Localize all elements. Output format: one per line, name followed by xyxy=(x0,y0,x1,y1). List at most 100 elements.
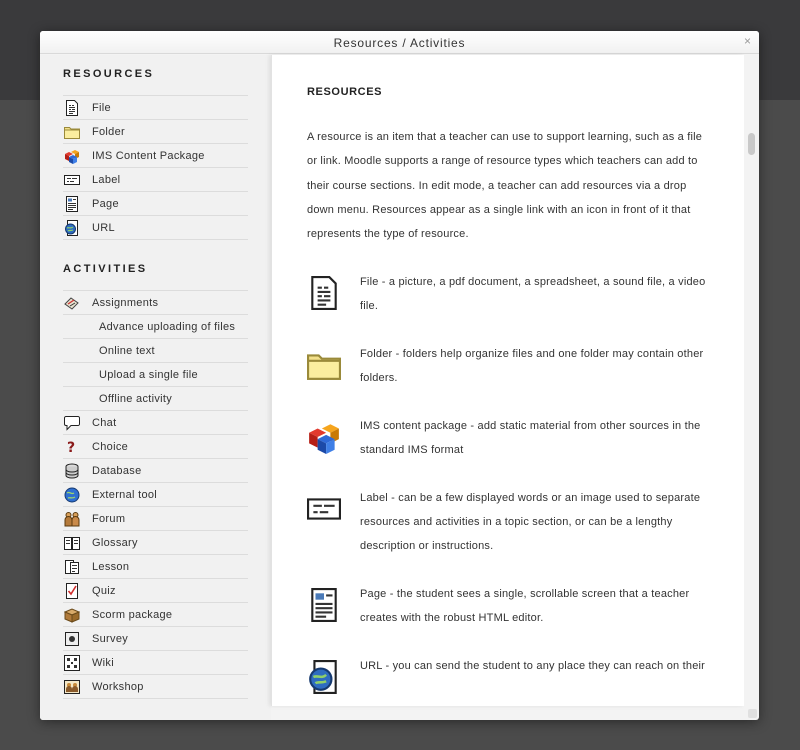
quiz-icon xyxy=(64,582,80,599)
sidebar-item-url[interactable]: URL xyxy=(63,216,248,240)
sidebar-item-assignments[interactable]: Assignments xyxy=(63,291,248,315)
intro-paragraph: A resource is an item that a teacher can… xyxy=(307,131,703,241)
sidebar-item-label: Offline activity xyxy=(99,392,173,405)
sidebar-item-forum[interactable]: Forum xyxy=(63,507,248,531)
folder-icon xyxy=(307,342,360,390)
wiki-icon xyxy=(64,654,80,671)
resource-description: Page - the student sees a single, scroll… xyxy=(307,582,714,630)
resource-description: Folder - folders help organize files and… xyxy=(307,342,714,390)
sidebar-item-label: Scorm package xyxy=(92,608,173,621)
sidebar-item-label: Folder xyxy=(92,125,125,138)
resources-list: File Folder IMS Content Package Label Page UR… xyxy=(63,95,248,240)
external-tool-icon xyxy=(64,487,80,503)
sidebar-item-label: Workshop xyxy=(92,680,144,693)
sidebar-item-scorm-package[interactable]: Scorm package xyxy=(63,603,248,627)
resource-description-text: File - a picture, a pdf document, a spre… xyxy=(360,276,706,313)
forum-icon xyxy=(64,511,80,527)
content-scrollbar[interactable] xyxy=(744,55,759,706)
scrollbar-thumb[interactable] xyxy=(748,133,755,155)
url-icon xyxy=(307,654,360,699)
sidebar-item-database[interactable]: Database xyxy=(63,459,248,483)
lesson-icon xyxy=(64,559,80,575)
sidebar-item-label: Forum xyxy=(92,512,126,525)
help-content: RESOURCES A resource is an item that a t… xyxy=(271,55,744,706)
sidebar-item-label: Wiki xyxy=(92,656,114,669)
sidebar-item-label: URL xyxy=(92,221,115,234)
resource-description: IMS content package - add static materia… xyxy=(307,414,714,462)
file-icon xyxy=(307,270,360,318)
sidebar-item-choice[interactable]: ? Choice xyxy=(63,435,248,459)
resources-heading: RESOURCES xyxy=(63,68,155,80)
assignment-icon xyxy=(64,295,80,311)
resource-description-text: Page - the student sees a single, scroll… xyxy=(360,588,690,625)
url-icon xyxy=(64,219,80,236)
sidebar-item-label: IMS Content Package xyxy=(92,149,205,162)
sidebar-item-lesson[interactable]: Lesson xyxy=(63,555,248,579)
scorm-icon xyxy=(64,607,80,623)
sidebar-item-label: File xyxy=(92,101,111,114)
survey-icon xyxy=(64,631,80,647)
sidebar-item-chat[interactable]: Chat xyxy=(63,411,248,435)
close-button[interactable]: × xyxy=(744,33,751,49)
sidebar-item-upload-a-single-file[interactable]: Upload a single file xyxy=(63,363,248,387)
svg-text:?: ? xyxy=(67,440,75,455)
resource-description-text: IMS content package - add static materia… xyxy=(360,420,701,457)
sidebar-item-page[interactable]: Page xyxy=(63,192,248,216)
sidebar-item-quiz[interactable]: Quiz xyxy=(63,579,248,603)
resize-handle[interactable] xyxy=(748,709,757,718)
content-heading: RESOURCES xyxy=(307,86,383,98)
sidebar-item-glossary[interactable]: Glossary xyxy=(63,531,248,555)
page-icon xyxy=(64,195,80,212)
sidebar-item-label: Lesson xyxy=(92,560,130,573)
chat-icon xyxy=(64,415,80,431)
dialog-title: Resources / Activities xyxy=(333,36,466,50)
file-icon xyxy=(64,99,80,116)
sidebar-item-external-tool[interactable]: External tool xyxy=(63,483,248,507)
label-icon xyxy=(307,486,360,558)
page-icon xyxy=(307,582,360,630)
resource-description: Label - can be a few displayed words or … xyxy=(307,486,714,558)
sidebar-item-advance-uploading-of-files[interactable]: Advance uploading of files xyxy=(63,315,248,339)
sidebar-item-offline-activity[interactable]: Offline activity xyxy=(63,387,248,411)
sidebar-item-label: Survey xyxy=(92,632,129,645)
sidebar-item-label: External tool xyxy=(92,488,158,501)
sidebar-item-label: Choice xyxy=(92,440,129,453)
resource-description-text: Label - can be a few displayed words or … xyxy=(360,492,701,553)
ims-package-icon xyxy=(64,148,80,164)
database-icon xyxy=(64,463,80,479)
sidebar-item-label: Assignments xyxy=(92,296,159,309)
sidebar-item-label: Advance uploading of files xyxy=(99,320,236,333)
ims-package-icon xyxy=(307,414,360,462)
glossary-icon xyxy=(64,535,80,551)
sidebar-item-wiki[interactable]: Wiki xyxy=(63,651,248,675)
resource-description-text: Folder - folders help organize files and… xyxy=(360,348,704,385)
workshop-icon xyxy=(64,679,80,695)
sidebar-item-file[interactable]: File xyxy=(63,96,248,120)
sidebar-item-label: Chat xyxy=(92,416,117,429)
activities-list: Assignments Advance uploading of files Onl… xyxy=(63,290,248,699)
resource-description-text: URL - you can send the student to any pl… xyxy=(360,660,706,673)
activities-heading: ACTIVITIES xyxy=(63,263,148,275)
sidebar-item-workshop[interactable]: Workshop xyxy=(63,675,248,699)
sidebar-item-label: Page xyxy=(92,197,119,210)
sidebar-item-label: Upload a single file xyxy=(99,368,198,381)
folder-icon xyxy=(64,124,80,140)
sidebar-item-folder[interactable]: Folder xyxy=(63,120,248,144)
choice-icon: ? xyxy=(64,439,80,455)
sidebar-item-label[interactable]: Label xyxy=(63,168,248,192)
resources-activities-dialog: Resources / Activities × RESOURCES File F… xyxy=(40,31,759,720)
resource-description: File - a picture, a pdf document, a spre… xyxy=(307,270,714,318)
label-icon xyxy=(64,172,80,188)
sidebar-item-label: Quiz xyxy=(92,584,116,597)
sidebar-item-label: Online text xyxy=(99,344,155,357)
resource-descriptions: File - a picture, a pdf document, a spre… xyxy=(307,270,714,699)
sidebar-item-online-text[interactable]: Online text xyxy=(63,339,248,363)
sidebar: RESOURCES File Folder IMS Content Package L… xyxy=(40,55,271,720)
sidebar-item-label: Label xyxy=(92,173,121,186)
sidebar-item-survey[interactable]: Survey xyxy=(63,627,248,651)
sidebar-item-ims-content-package[interactable]: IMS Content Package xyxy=(63,144,248,168)
dialog-header: Resources / Activities × xyxy=(40,31,759,54)
sidebar-item-label: Database xyxy=(92,464,142,477)
resource-description: URL - you can send the student to any pl… xyxy=(307,654,714,699)
sidebar-item-label: Glossary xyxy=(92,536,138,549)
